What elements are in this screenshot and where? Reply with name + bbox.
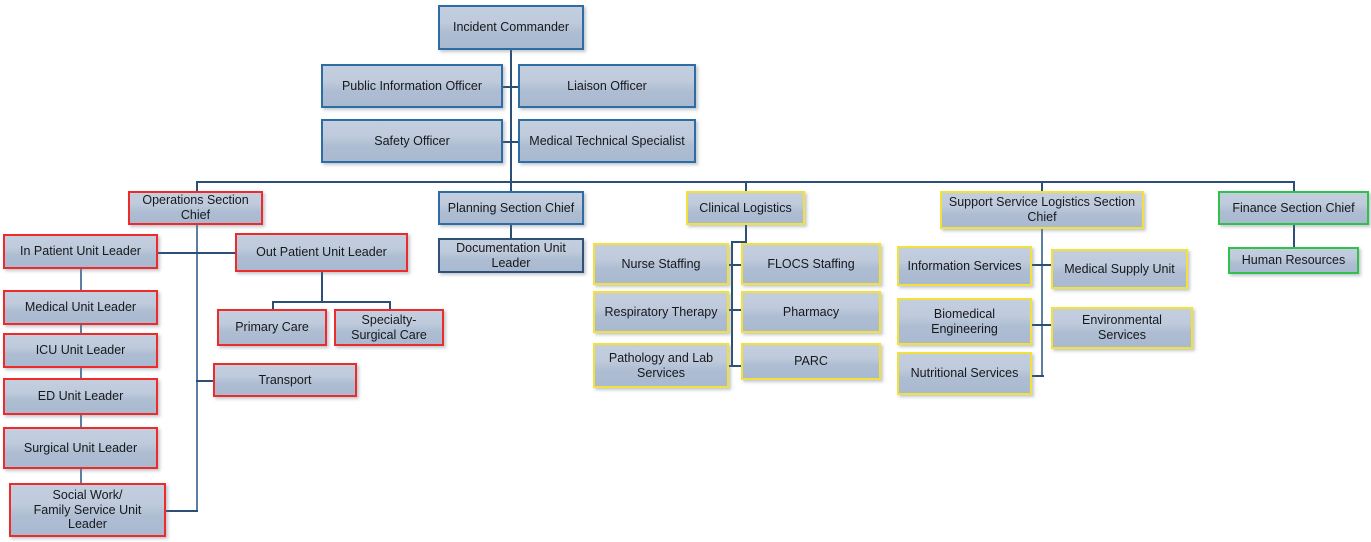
connector-drop-planning — [510, 181, 512, 191]
node-label: Out Patient Unit Leader — [256, 245, 387, 260]
node-information-services[interactable]: Information Services — [897, 246, 1032, 286]
connector-drop-operations — [196, 181, 198, 191]
connector-surgical-socialwork — [80, 469, 82, 483]
connector-drop-specialty-care — [389, 301, 391, 309]
node-out-patient-unit-leader[interactable]: Out Patient Unit Leader — [235, 233, 408, 272]
node-label: Surgical Unit Leader — [23, 440, 138, 455]
connector-inpatient-to-spine — [158, 252, 198, 254]
node-finance-section-chief[interactable]: Finance Section Chief — [1218, 191, 1369, 225]
node-operations-section-chief[interactable]: Operations Section Chief — [128, 191, 263, 225]
node-safety-officer[interactable]: Safety Officer — [321, 119, 503, 163]
node-social-work-family-service-unit-leader[interactable]: Social Work/ Family Service Unit Leader — [9, 483, 166, 537]
node-nurse-staffing[interactable]: Nurse Staffing — [593, 243, 729, 285]
node-label: Operations Section Chief — [142, 193, 249, 222]
connector-inpatient-medical — [80, 269, 82, 290]
node-medical-unit-leader[interactable]: Medical Unit Leader — [3, 290, 158, 325]
node-label: Human Resources — [1241, 253, 1346, 268]
connector-outpatient-bus — [272, 301, 390, 303]
node-label: Information Services — [907, 258, 1022, 273]
node-transport[interactable]: Transport — [213, 363, 357, 397]
node-in-patient-unit-leader[interactable]: In Patient Unit Leader — [3, 234, 158, 269]
node-label: FLOCS Staffing — [767, 256, 855, 271]
node-label: Pharmacy — [782, 304, 840, 319]
node-pathology-and-lab-services[interactable]: Pathology and Lab Services — [593, 343, 729, 388]
node-medical-supply-unit[interactable]: Medical Supply Unit — [1051, 249, 1188, 289]
connector-outpatient-drop — [321, 272, 323, 301]
node-respiratory-therapy[interactable]: Respiratory Therapy — [593, 291, 729, 333]
node-medical-technical-specialist[interactable]: Medical Technical Specialist — [518, 119, 696, 163]
node-specialty-surgical-care[interactable]: Specialty-Surgical Care — [334, 309, 444, 346]
node-flocs-staffing[interactable]: FLOCS Staffing — [741, 243, 881, 285]
node-biomedical-engineering[interactable]: Biomedical Engineering — [897, 298, 1032, 345]
node-surgical-unit-leader[interactable]: Surgical Unit Leader — [3, 427, 158, 469]
node-label: Support Service Logistics Section Chief — [948, 195, 1136, 224]
connector-icu-ed — [80, 368, 82, 378]
node-label: Biomedical Engineering — [931, 306, 998, 336]
node-label: Nurse Staffing — [621, 256, 701, 271]
node-label: Clinical Logistics — [699, 200, 792, 215]
connector-support-spine — [1041, 225, 1043, 375]
node-label: Social Work/ Family Service Unit Leader — [33, 487, 142, 532]
node-human-resources[interactable]: Human Resources — [1228, 247, 1359, 274]
node-support-service-logistics-section-chief[interactable]: Support Service Logistics Section Chief — [940, 191, 1144, 229]
connector-transport-to-spine — [196, 380, 214, 382]
node-label: Medical Technical Specialist — [529, 133, 685, 148]
node-label: Finance Section Chief — [1232, 200, 1355, 215]
node-pharmacy[interactable]: Pharmacy — [741, 291, 881, 333]
node-label: Medical Unit Leader — [24, 300, 137, 315]
node-label: Incident Commander — [452, 20, 570, 35]
node-label: Safety Officer — [374, 133, 450, 148]
node-label: Specialty-Surgical Care — [351, 312, 427, 342]
node-environmental-services[interactable]: Environmental Services — [1051, 307, 1193, 349]
connector-socialwork-to-spine — [166, 510, 198, 512]
connector-operations-spine — [196, 225, 198, 510]
node-clinical-logistics[interactable]: Clinical Logistics — [686, 191, 805, 225]
node-label: Pathology and Lab Services — [608, 350, 714, 380]
node-icu-unit-leader[interactable]: ICU Unit Leader — [3, 333, 158, 368]
connector-drop-support — [1041, 181, 1043, 191]
node-ed-unit-leader[interactable]: ED Unit Leader — [3, 378, 158, 415]
node-liaison-officer[interactable]: Liaison Officer — [518, 64, 696, 108]
connector-ed-surgical — [80, 415, 82, 427]
node-label: Nutritional Services — [910, 366, 1019, 381]
node-primary-care[interactable]: Primary Care — [217, 309, 327, 346]
node-label: ICU Unit Leader — [35, 343, 126, 358]
node-label: Transport — [258, 372, 312, 387]
connector-outpatient-to-spine — [196, 252, 236, 254]
connector-commander-spine — [510, 50, 512, 181]
node-label: Environmental Services — [1082, 313, 1162, 342]
connector-clinical-spine — [731, 241, 733, 365]
connector-finance-hr — [1293, 225, 1295, 247]
connector-drop-primary-care — [272, 301, 274, 309]
node-label: Planning Section Chief — [447, 200, 575, 215]
connector-planning-documentation — [510, 225, 512, 238]
node-label: Public Information Officer — [341, 78, 483, 93]
node-label: In Patient Unit Leader — [20, 244, 141, 259]
connector-clinical-drop — [745, 225, 747, 241]
node-documentation-unit-leader[interactable]: Documentation Unit Leader — [438, 238, 584, 273]
node-planning-section-chief[interactable]: Planning Section Chief — [438, 191, 584, 225]
node-label: Documentation Unit Leader — [456, 240, 566, 270]
node-label: PARC — [794, 354, 828, 369]
node-label: ED Unit Leader — [37, 389, 124, 404]
node-public-information-officer[interactable]: Public Information Officer — [321, 64, 503, 108]
node-parc[interactable]: PARC — [741, 343, 881, 380]
org-chart: Incident Commander Public Information Of… — [0, 0, 1371, 542]
connector-drop-clinical — [745, 181, 747, 191]
node-label: Medical Supply Unit — [1064, 261, 1175, 276]
node-label: Primary Care — [235, 320, 309, 335]
node-label: Liaison Officer — [567, 78, 647, 93]
node-incident-commander[interactable]: Incident Commander — [438, 5, 584, 50]
node-label: Respiratory Therapy — [604, 304, 718, 319]
node-nutritional-services[interactable]: Nutritional Services — [897, 352, 1032, 395]
connector-drop-finance — [1293, 181, 1295, 191]
